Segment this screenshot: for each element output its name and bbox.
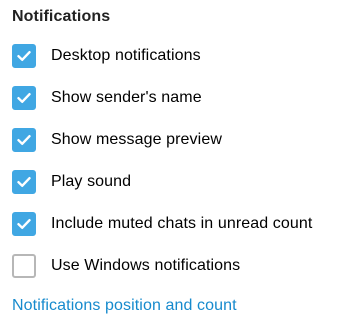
section-title: Notifications	[12, 8, 111, 25]
include-muted-chats-label: Include muted chats in unread count	[51, 215, 313, 232]
use-windows-notifications-label: Use Windows notifications	[51, 257, 241, 274]
play-sound-checkbox[interactable]	[12, 170, 36, 194]
use-windows-notifications-option[interactable]: Use Windows notifications	[12, 253, 240, 279]
include-muted-chats-option[interactable]: Include muted chats in unread count	[12, 211, 312, 237]
show-message-preview-checkbox[interactable]	[12, 128, 36, 152]
include-muted-chats-checkbox[interactable]	[12, 212, 36, 236]
play-sound-label: Play sound	[51, 173, 132, 190]
checkmark-icon	[17, 51, 31, 61]
show-sender-name-option[interactable]: Show sender's name	[12, 85, 202, 111]
checkmark-icon	[17, 135, 31, 145]
checkmark-icon	[17, 219, 31, 229]
use-windows-notifications-checkbox[interactable]	[12, 254, 36, 278]
show-sender-name-checkbox[interactable]	[12, 86, 36, 110]
checkmark-icon	[17, 93, 31, 103]
desktop-notifications-option[interactable]: Desktop notifications	[12, 43, 201, 69]
notifications-position-link[interactable]: Notifications position and count	[12, 297, 237, 315]
checkmark-icon	[17, 177, 31, 187]
play-sound-option[interactable]: Play sound	[12, 169, 131, 195]
desktop-notifications-label: Desktop notifications	[51, 47, 201, 64]
desktop-notifications-checkbox[interactable]	[12, 44, 36, 68]
show-sender-name-label: Show sender's name	[51, 89, 202, 106]
show-message-preview-option[interactable]: Show message preview	[12, 127, 222, 153]
show-message-preview-label: Show message preview	[51, 131, 222, 148]
